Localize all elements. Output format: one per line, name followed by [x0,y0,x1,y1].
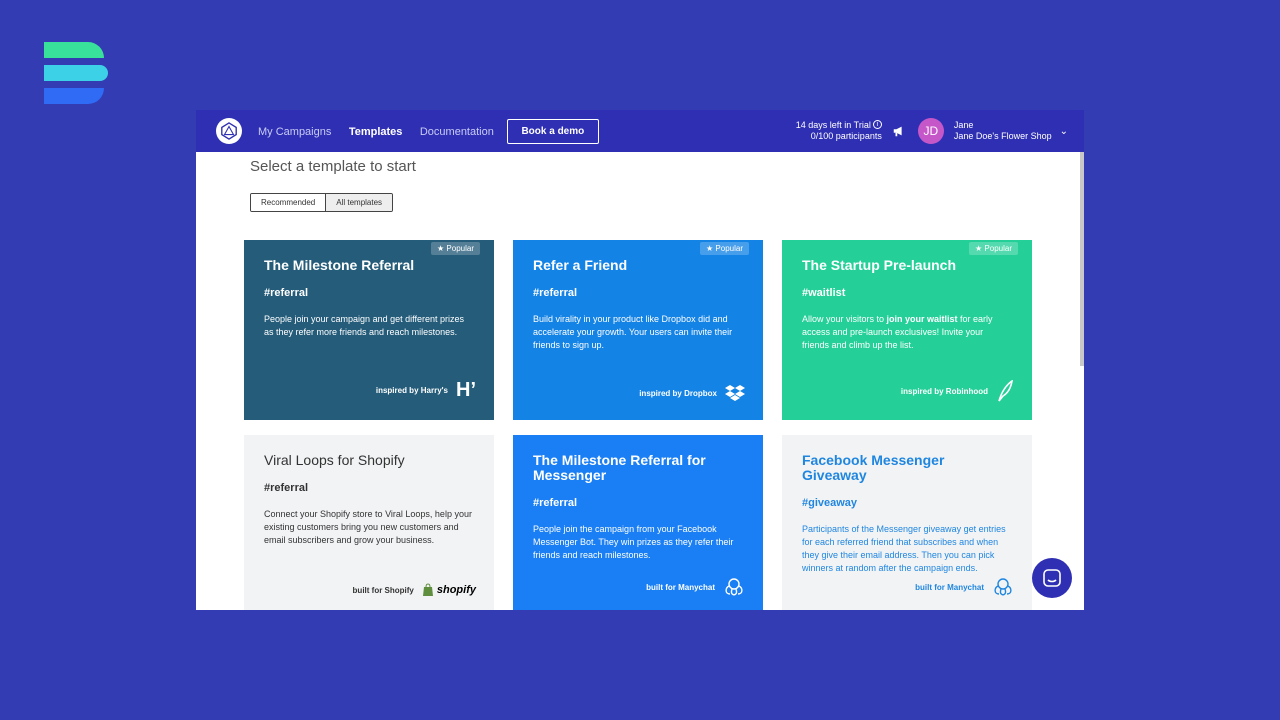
card-title: The Milestone Referral [264,257,415,273]
card-title: Refer a Friend [533,257,628,273]
main-content: Select a template to start Recommended A… [196,152,1084,610]
card-footer: built for Shopify shopify [353,583,476,597]
brand-logo-bar [44,88,104,104]
card-description: Participants of the Messenger giveaway g… [802,524,1006,573]
template-card-messenger-giveaway[interactable]: Facebook Messenger Giveaway #giveaway Pa… [782,435,1032,610]
app-logo-icon[interactable] [216,118,242,144]
template-card-milestone-referral[interactable]: ★ Popular The Milestone Referral #referr… [244,240,494,420]
top-navbar: My Campaigns Templates Documentation Boo… [196,110,1084,152]
dropbox-logo-icon [725,385,745,401]
trial-days: 14 days left in Trial [795,120,871,130]
card-description: Build virality in your product like Drop… [533,314,733,350]
card-title: Facebook Messenger Giveaway [802,452,945,483]
vertical-scrollbar[interactable] [1080,152,1084,366]
manychat-logo-icon [994,578,1012,596]
main-nav: My Campaigns Templates Documentation [258,122,507,140]
card-title: The Milestone Referral for Messenger [533,452,706,483]
card-tag: #waitlist [802,287,846,299]
book-demo-button[interactable]: Book a demo [506,118,599,144]
nav-documentation[interactable]: Documentation [420,126,494,138]
card-description: Allow your visitors to join your waitlis… [802,314,993,350]
brand-logo-bar [44,42,104,58]
card-tag: #referral [533,497,578,509]
nav-my-campaigns[interactable]: My Campaigns [258,126,331,138]
megaphone-icon[interactable] [892,124,906,138]
user-name: Jane [953,120,974,130]
card-footer-text: built for Manychat [646,582,715,592]
shopify-logo-icon: shopify [422,583,476,597]
avatar[interactable]: JD [917,118,944,144]
app-window: My Campaigns Templates Documentation Boo… [196,110,1084,610]
page-title: Select a template to start [250,158,416,175]
card-footer-text: built for Manychat [915,582,984,592]
feather-icon [998,380,1013,402]
user-menu[interactable]: Jane Jane Doe's Flower Shop [954,120,1052,142]
brand-logo [44,42,108,104]
template-card-refer-a-friend[interactable]: ★ Popular Refer a Friend #referral Build… [513,240,763,420]
nav-templates[interactable]: Templates [349,126,403,138]
card-footer: built for Manychat [915,577,1014,597]
card-title: The Startup Pre-launch [802,257,957,273]
card-footer-text: inspired by Robinhood [900,386,988,396]
card-tag: #referral [264,287,309,299]
manychat-logo-icon [725,578,743,596]
template-card-startup-prelaunch[interactable]: ★ Popular The Startup Pre-launch #waitli… [782,240,1032,420]
user-shop: Jane Doe's Flower Shop [953,131,1052,141]
popular-badge: ★ Popular [700,242,749,255]
card-title: Viral Loops for Shopify [264,452,405,468]
trial-participants: 0/100 participants [810,131,882,141]
card-footer-text: built for Shopify [352,585,414,595]
popular-badge: ★ Popular [969,242,1018,255]
card-footer: inspired by Robinhood [901,380,1014,402]
card-tag: #giveaway [802,497,858,509]
harrys-logo-icon: H’ [456,379,476,401]
card-footer-text: inspired by Dropbox [639,388,717,398]
card-footer-text: inspired by Harry's [375,386,448,395]
card-footer: inspired by Harry's H’ [376,379,476,402]
template-filter-toggle: Recommended All templates [250,193,394,212]
card-description: People join the campaign from your Faceb… [533,524,734,560]
chat-widget-button[interactable] [1032,558,1072,598]
popular-badge: ★ Popular [431,242,480,255]
filter-recommended[interactable]: Recommended [251,194,327,211]
info-icon[interactable]: i [872,120,882,129]
card-tag: #referral [533,287,578,299]
chat-icon [1043,569,1061,587]
card-description: Connect your Shopify store to Viral Loop… [264,509,472,545]
trial-status: 14 days left in Trial i 0/100 participant… [796,120,882,142]
chevron-down-icon[interactable]: ⌄ [1060,126,1068,137]
template-card-shopify[interactable]: Viral Loops for Shopify #referral Connec… [244,435,494,610]
card-footer: inspired by Dropbox [639,384,745,402]
brand-logo-bar [44,65,108,81]
card-tag: #referral [264,482,309,494]
card-description: People join your campaign and get differ… [264,314,464,337]
template-card-messenger-milestone[interactable]: The Milestone Referral for Messenger #re… [513,435,763,610]
card-footer: built for Manychat [646,577,745,597]
filter-all-templates[interactable]: All templates [326,194,393,211]
